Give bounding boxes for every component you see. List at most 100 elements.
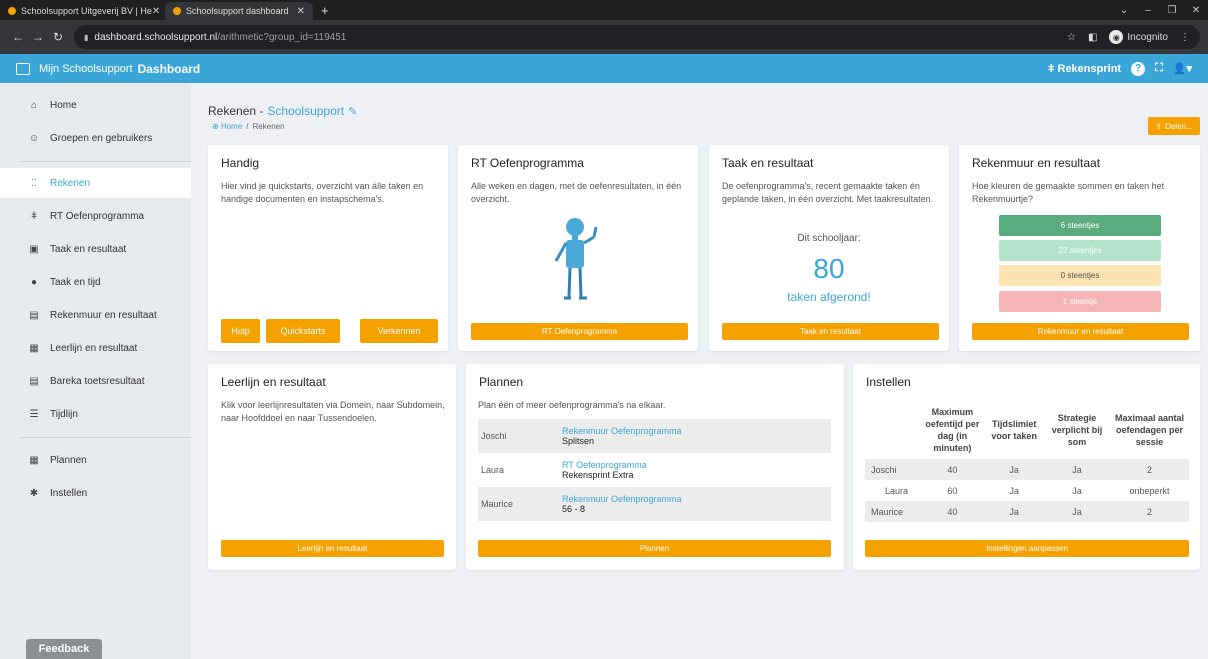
card-rekenmuur: Rekenmuur en resultaat Hoe kleuren de ge… xyxy=(959,145,1200,351)
sidebar-item-rt-oefenprogramma[interactable]: ǂ RT Oefenprogramma xyxy=(0,200,191,233)
sidebar-item-label: Instellen xyxy=(50,488,88,499)
calendar-icon: ▦ xyxy=(29,343,39,354)
breadcrumb-home[interactable]: ⊕ Home xyxy=(212,122,242,131)
sidebar-item-rekenen[interactable]: ⁚⁚ Rekenen xyxy=(0,168,191,198)
sidebar-item-home[interactable]: ⌂ Home xyxy=(0,89,191,122)
instellingen-aanpassen-button[interactable]: Instellingen aanpassen xyxy=(865,540,1189,557)
page-title-link[interactable]: Schoolsupport xyxy=(267,104,344,118)
quickstarts-button[interactable]: Quickstarts xyxy=(266,319,340,343)
reload-icon[interactable]: ↻ xyxy=(48,30,68,44)
url-bar[interactable]: ▮ dashboard.schoolsupport.nl/arithmetic?… xyxy=(74,25,1200,49)
sidebar-item-bareka[interactable]: ▤ Bareka toetsresultaat xyxy=(0,365,191,398)
tab-search-icon[interactable]: ⌄ xyxy=(1112,5,1136,16)
menu-kebab-icon[interactable]: ⋮ xyxy=(1180,32,1190,43)
table-cell: Ja xyxy=(1009,485,1019,496)
plannen-button[interactable]: Plannen xyxy=(478,540,831,557)
card-description: Hoe kleuren de gemaakte sommen en taken … xyxy=(972,181,1165,204)
list-item[interactable]: Joschi Rekenmuur Oefenprogramma Splitsen xyxy=(478,419,831,453)
sidebar-item-label: Groepen en gebruikers xyxy=(50,133,153,144)
fullscreen-icon[interactable]: ⛶ xyxy=(1155,62,1163,75)
card-title: Plannen xyxy=(479,375,524,389)
sidebar-item-label: Rekenmuur en resultaat xyxy=(50,310,157,321)
sidebar: ⌂ Home ☺ Groepen en gebruikers ⁚⁚ Rekenen ǂ… xyxy=(0,83,191,659)
card-taak-resultaat: Taak en resultaat De oefenprogramma's, r… xyxy=(709,145,949,351)
browser-tab-1[interactable]: Schoolsupport Uitgeverij BV | He ✕ xyxy=(0,2,165,20)
table-cell: Joschi xyxy=(865,459,921,480)
list-item[interactable]: Laura RT Oefenprogramma Rekensprint Extra xyxy=(478,453,831,487)
card-description: De oefenprogramma's, recent gemaakte tak… xyxy=(722,181,934,204)
tab-title: Schoolsupport dashboard xyxy=(186,6,289,16)
table-cell: 2 xyxy=(1110,459,1189,480)
card-plannen: Plannen Plan één of meer oefenprogramma'… xyxy=(466,364,844,570)
maximize-icon[interactable]: ❐ xyxy=(1160,5,1184,16)
incognito-label: Incognito xyxy=(1127,31,1168,43)
sidebar-item-tijdlijn[interactable]: ☰ Tijdlijn xyxy=(0,398,191,431)
program-menu[interactable]: ǂ Rekensprint xyxy=(1048,63,1121,75)
sidebar-item-leerlijn[interactable]: ▦ Leerlijn en resultaat xyxy=(0,332,191,365)
close-window-icon[interactable]: ✕ xyxy=(1184,5,1208,16)
mascot-figure-icon xyxy=(554,218,598,300)
brick-red: 1 steentje xyxy=(999,291,1161,312)
close-tab-icon[interactable]: ✕ xyxy=(152,6,160,17)
task-icon: ▣ xyxy=(29,244,39,255)
table-cell: 60 xyxy=(947,485,958,496)
share-button[interactable]: ⇪ Delen... xyxy=(1148,117,1200,135)
list-item[interactable]: Maurice Rekenmuur Oefenprogramma 56 - 8 xyxy=(478,487,831,521)
incognito-badge[interactable]: ◉ Incognito xyxy=(1109,30,1168,44)
sidebar-item-label: Taak en tijd xyxy=(50,277,101,288)
program-label: Rekensprint xyxy=(1057,62,1122,75)
favicon-icon xyxy=(8,7,16,15)
edit-icon[interactable]: ✎ xyxy=(348,105,357,118)
card-title: Handig xyxy=(221,156,260,170)
table-cell: Laura xyxy=(885,485,909,496)
card-title: Leerlijn en resultaat xyxy=(221,375,326,389)
minimize-icon[interactable]: – xyxy=(1136,5,1160,16)
share-label: Delen... xyxy=(1165,121,1193,131)
sidebar-item-taak-tijd[interactable]: ● Taak en tijd xyxy=(0,266,191,299)
table-cell: 40 xyxy=(920,459,985,480)
program-name[interactable]: Rekenmuur Oefenprogramma xyxy=(562,494,682,504)
rt-oefenprogramma-button[interactable]: RT Oefenprogramma xyxy=(471,323,688,340)
sidepanel-icon[interactable]: ◧ xyxy=(1088,32,1097,43)
bookmark-star-icon[interactable]: ☆ xyxy=(1067,32,1076,43)
leerlijn-button[interactable]: Leerlijn en resultaat xyxy=(221,540,444,557)
user-menu-icon[interactable]: 👤▾ xyxy=(1173,62,1192,75)
sidebar-item-plannen[interactable]: ▦ Plannen xyxy=(0,444,191,477)
sidebar-item-rekenmuur[interactable]: ▤ Rekenmuur en resultaat xyxy=(0,299,191,332)
close-tab-icon[interactable]: ✕ xyxy=(297,6,305,17)
breadcrumb-current: Rekenen xyxy=(252,122,285,131)
student-name: Joschi xyxy=(481,431,507,441)
sidebar-item-taak-resultaat[interactable]: ▣ Taak en resultaat xyxy=(0,233,191,266)
new-tab-button[interactable]: + xyxy=(313,2,337,20)
column-header: Maximaal aantal oefendagen per sessie xyxy=(1115,413,1185,447)
program-name[interactable]: RT Oefenprogramma xyxy=(562,460,647,470)
browser-tab-2[interactable]: Schoolsupport dashboard ✕ xyxy=(165,2,313,20)
table-cell: Ja xyxy=(984,459,1045,480)
browser-tab-bar: Schoolsupport Uitgeverij BV | He ✕ Schoo… xyxy=(0,0,1208,20)
incognito-icon: ◉ xyxy=(1109,30,1124,44)
wall-icon: ▤ xyxy=(29,310,39,321)
sidebar-item-groepen[interactable]: ☺ Groepen en gebruikers xyxy=(0,122,191,155)
brick-green: 6 steentjes xyxy=(999,215,1161,236)
sidebar-item-label: Rekenen xyxy=(50,177,91,189)
help-button[interactable]: Hulp xyxy=(221,319,260,343)
sidebar-item-instellen[interactable]: ✱ Instellen xyxy=(0,477,191,510)
favicon-icon xyxy=(173,7,181,15)
url-host: dashboard.schoolsupport.nl xyxy=(94,31,218,43)
card-title: RT Oefenprogramma xyxy=(471,156,584,170)
taak-resultaat-button[interactable]: Taak en resultaat xyxy=(722,323,939,340)
tasks-count-label: taken afgerond! xyxy=(787,290,871,304)
sidebar-item-label: Tijdlijn xyxy=(50,409,78,420)
rekenmuur-button[interactable]: Rekenmuur en resultaat xyxy=(972,323,1189,340)
brand-prefix: Mijn Schoolsupport xyxy=(39,62,133,75)
brand[interactable]: Mijn Schoolsupport Dashboard xyxy=(16,61,201,76)
feedback-button[interactable]: Feedback xyxy=(26,639,102,659)
person-icon: ǂ xyxy=(31,211,37,222)
url-path: /arithmetic?group_id=119451 xyxy=(217,31,347,43)
program-name[interactable]: Rekenmuur Oefenprogramma xyxy=(562,426,682,436)
back-icon[interactable]: ← xyxy=(8,30,28,44)
explore-button[interactable]: Verkennen xyxy=(360,319,438,343)
forward-icon[interactable]: → xyxy=(28,30,48,44)
brand-bold: Dashboard xyxy=(137,61,201,76)
help-icon[interactable]: ? xyxy=(1131,61,1146,76)
